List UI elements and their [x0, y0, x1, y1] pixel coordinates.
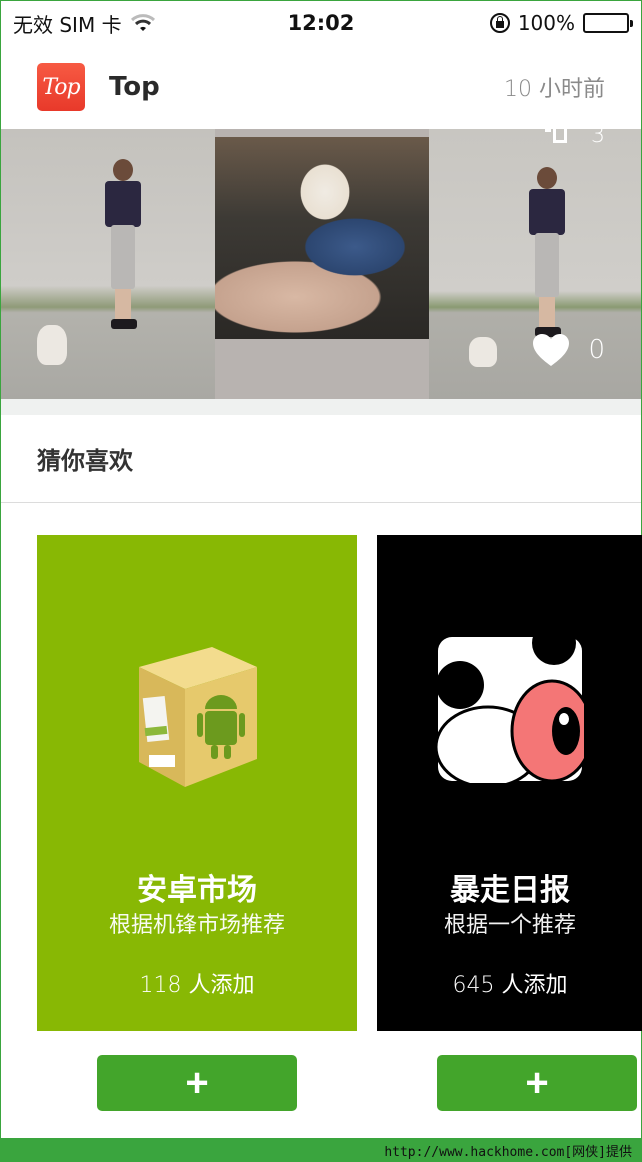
section-title: 猜你喜欢	[37, 447, 133, 475]
post-header: Top Top 10 小时前	[1, 45, 641, 129]
watermark-bar: http://www.hackhome.com[网侠]提供	[0, 1138, 642, 1162]
post-timestamp: 10 小时前	[504, 77, 605, 102]
photo-woman-with-dog[interactable]	[1, 129, 215, 399]
rotation-lock-icon	[489, 13, 510, 33]
status-right: 100%	[489, 11, 633, 35]
status-left: 无效 SIM 卡	[13, 9, 156, 38]
person-figure	[529, 167, 565, 337]
photo-chihuahua[interactable]	[215, 129, 429, 399]
app-logo[interactable]: Top	[37, 63, 85, 111]
card-add-count: 118 人添加	[139, 973, 255, 998]
app-logo-text: Top	[42, 74, 80, 100]
battery-percent: 100%	[517, 11, 575, 35]
android-market-box-icon	[117, 627, 277, 787]
wifi-icon	[130, 13, 156, 33]
battery-icon	[583, 13, 633, 33]
photo-count: 3	[591, 129, 605, 148]
card-subtitle: 根据一个推荐	[443, 913, 576, 938]
card-subtitle: 根据机锋市场推荐	[108, 913, 285, 938]
recommend-card[interactable]: 安卓市场 根据机锋市场推荐 118 人添加	[37, 535, 357, 1031]
watermark-text: http://www.hackhome.com[网侠]提供	[384, 1145, 632, 1160]
like-button[interactable]: 0	[532, 333, 605, 367]
multi-photo-icon	[545, 129, 567, 143]
divider	[1, 502, 641, 503]
recommend-card[interactable]: 暴走日报 根据一个推荐 645 人添加	[377, 535, 642, 1031]
card-add-count: 645 人添加	[452, 973, 568, 998]
status-bar: 无效 SIM 卡 12:02 100%	[1, 1, 641, 45]
baozou-daily-icon	[434, 621, 594, 789]
card-title: 安卓市场	[137, 873, 257, 908]
card-title: 暴走日报	[450, 873, 570, 908]
photo-strip[interactable]: 3 0	[1, 129, 641, 399]
section-separator	[1, 399, 641, 415]
add-button[interactable]: +	[97, 1055, 297, 1111]
dog-figure	[37, 325, 67, 365]
add-button[interactable]: +	[437, 1055, 637, 1111]
dog-figure	[469, 337, 497, 367]
heart-icon	[532, 333, 570, 367]
like-count: 0	[588, 335, 605, 365]
app-name[interactable]: Top	[109, 72, 160, 102]
carrier-label: 无效 SIM 卡	[13, 12, 122, 37]
person-figure	[105, 159, 141, 329]
